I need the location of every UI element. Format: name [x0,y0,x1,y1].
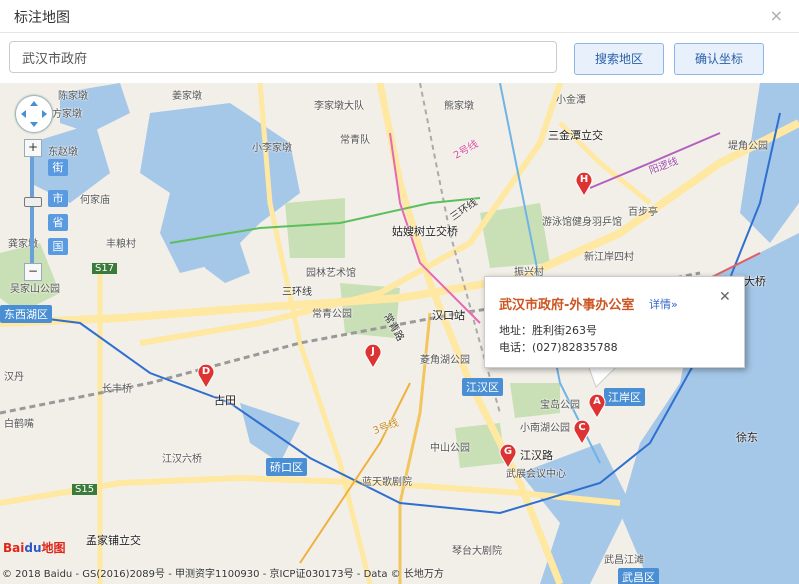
zoom-out-button[interactable]: − [24,263,42,281]
marker-g[interactable]: G [498,443,518,469]
zoom-level-country[interactable]: 国 [48,238,68,255]
map-label: 菱角湖公园 [420,355,470,366]
zoom-level-city[interactable]: 市 [48,190,68,207]
map-label: 长丰桥 [102,384,132,395]
map-label: 蓝天歌剧院 [362,477,412,488]
map-label: 常青公园 [312,309,352,320]
district-label: 江岸区 [604,388,645,406]
map-label: 江汉路 [520,449,553,462]
map-label: 熊家墩 [444,101,474,112]
info-window-title: 武汉市政府-外事办公室 [499,298,635,313]
map-canvas[interactable]: 陈家墩 方家墩 东赵墩 何家庙 丰粮村 姜家墩 龚家墩 吴家山公园 小李家墩 李… [0,83,799,584]
map-label: 陈家墩 [58,91,88,102]
map-label: 常青队 [340,135,370,146]
road-label: 三环线 [282,287,312,298]
zoom-bar: + − [24,139,42,281]
search-row: 搜索地区 确认坐标 [0,33,799,83]
map-label: 江汉六桥 [162,454,202,465]
map-label: 古田 [214,394,236,407]
map-label: 东赵墩 [48,147,78,158]
dialog-title: 标注地图 [14,10,70,26]
zoom-track[interactable] [30,157,34,269]
district-label: 硚口区 [266,458,307,476]
dialog-header: 标注地图 × [0,0,799,33]
highway-badge: S15 [72,484,98,495]
map-label: 何家庙 [80,195,110,206]
map-label: 武昌江滩 [604,555,644,566]
map-label: 园林艺术馆 [306,268,356,279]
map-label: 孟家铺立交 [86,534,141,547]
map-label: 吴家山公园 [10,284,60,295]
district-label: 江汉区 [462,378,503,396]
close-icon[interactable]: × [770,6,783,25]
map-label: 丰粮村 [106,239,136,250]
confirm-coordinates-button[interactable]: 确认坐标 [674,43,764,75]
baidu-map-logo[interactable]: Baidu地图 [3,539,66,556]
pan-control[interactable] [15,95,53,133]
phone-text: 电话：(027)82835788 [499,341,618,354]
map-label: 姜家墩 [172,91,202,102]
map-label: 小南湖公园 [520,423,570,434]
map-label: 新江岸四村 [584,252,634,263]
info-window: 武汉市政府-外事办公室 详情» ✕ 地址：胜利街263号 电话：(027)828… [484,276,745,368]
map-label: 徐东 [736,431,758,444]
search-area-button[interactable]: 搜索地区 [574,43,664,75]
address-text: 地址：胜利街263号 [499,324,597,337]
zoom-in-button[interactable]: + [24,139,42,157]
marker-d[interactable]: D [196,363,216,389]
map-label: 汉丹 [4,372,24,383]
map-label: 百步亭 [628,207,658,218]
details-link[interactable]: 详情» [649,296,678,312]
map-copyright: © 2018 Baidu - GS(2016)2089号 - 甲测资字11009… [2,569,444,580]
zoom-level-street[interactable]: 街 [48,159,68,176]
map-label: 小李家墩 [252,143,292,154]
map-label: 李家墩大队 [314,101,364,112]
marker-a[interactable]: A [587,393,607,419]
direction-arrows-icon [21,101,47,127]
map-label: 宝岛公园 [540,400,580,411]
close-icon[interactable]: ✕ [719,289,731,305]
map-label: 堤角公园 [728,141,768,152]
map-label: 汉口站 [432,309,465,322]
map-label: 白鹤嘴 [4,419,34,430]
zoom-level-province[interactable]: 省 [48,214,68,231]
map-label: 琴台大剧院 [452,546,502,557]
zoom-handle[interactable] [24,197,42,207]
map-label: 三金潭立交 [548,129,603,142]
search-input[interactable] [9,41,557,73]
marker-h[interactable]: H [574,171,594,197]
district-label: 东西湖区 [0,305,52,323]
map-label: 小金潭 [556,95,586,106]
map-label: 中山公园 [430,443,470,454]
map-label: 方家墩 [52,109,82,120]
marker-j[interactable]: J [363,343,383,369]
marker-c[interactable]: C [572,419,592,445]
infowindow-tail [588,365,619,388]
district-label: 武昌区 [618,568,659,584]
map-label: 姑嫂树立交桥 [392,225,458,238]
highway-badge: S17 [92,263,118,274]
map-label: 游泳馆健身羽乒馆 [542,217,622,228]
